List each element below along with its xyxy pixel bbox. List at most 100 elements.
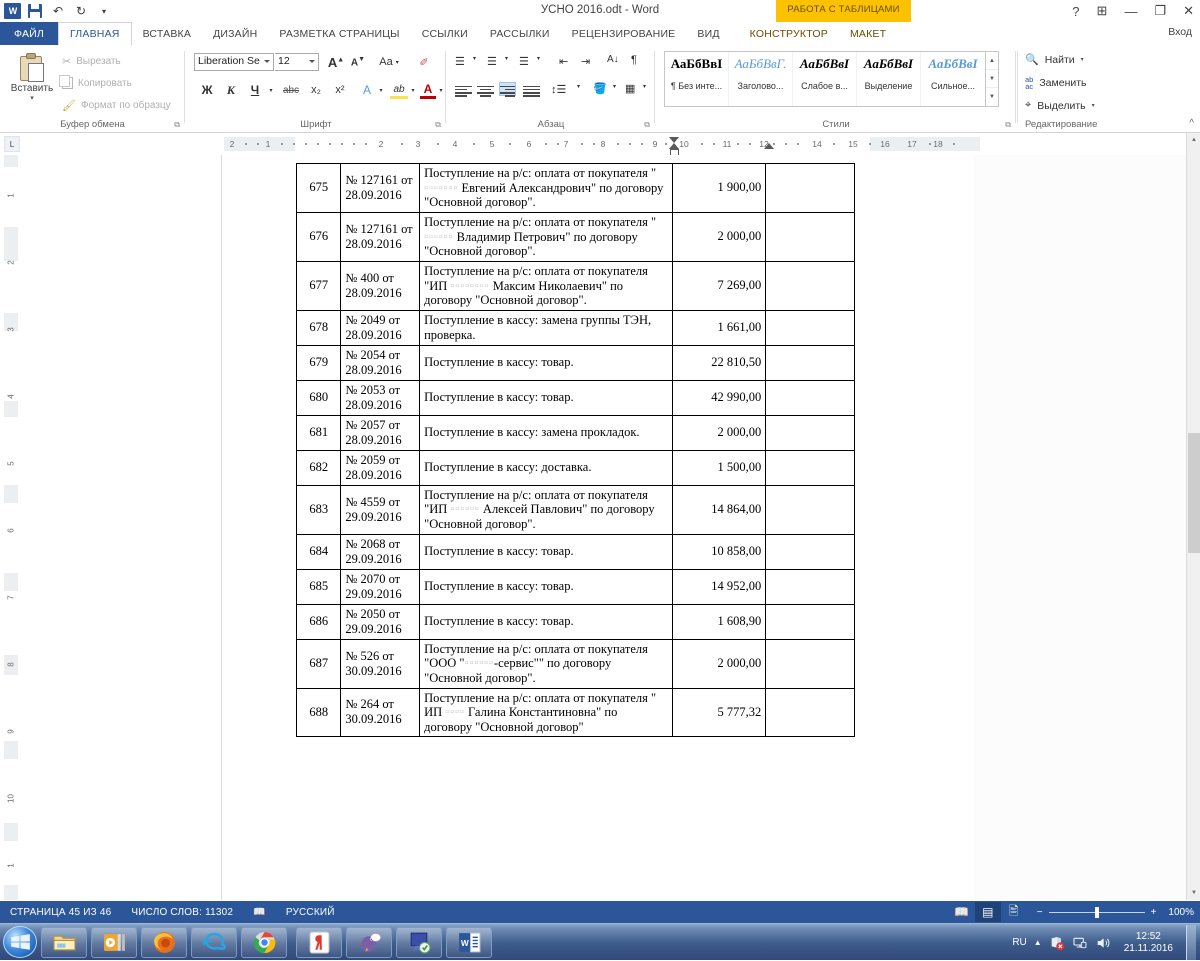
cell-sum[interactable]: 2 000,00 — [672, 414, 767, 451]
cell-document[interactable]: № 2057 от 28.09.2016 — [340, 414, 421, 451]
cell-sum[interactable]: 42 990,00 — [672, 379, 767, 416]
tab-table-layout[interactable]: МАКЕТ — [839, 22, 897, 45]
language-indicator[interactable]: РУССКИЙ — [276, 907, 345, 918]
cell-description[interactable]: Поступление в кассу: замена прокладок. — [419, 414, 674, 451]
cell-number[interactable]: 680 — [295, 379, 342, 416]
clear-formatting-button[interactable]: ✐ — [414, 53, 434, 71]
taskbar-firefox[interactable] — [141, 926, 187, 958]
monitor-icon[interactable] — [1072, 935, 1088, 951]
cell-extra[interactable] — [765, 568, 855, 605]
cell-document[interactable]: № 400 от 28.09.2016 — [340, 260, 421, 311]
table-row[interactable]: 686 № 2050 от 29.09.2016 Поступление в кас… — [295, 603, 855, 640]
table-row[interactable]: 677 № 400 от 28.09.2016 Поступление на р/с… — [295, 260, 855, 311]
zoom-track[interactable] — [1048, 906, 1145, 918]
table-row[interactable]: 678 № 2049 от 28.09.2016 Поступление в кас… — [295, 309, 855, 346]
cell-extra[interactable] — [765, 211, 855, 262]
tab-home[interactable]: ГЛАВНАЯ — [58, 22, 132, 45]
cell-description[interactable]: Поступление в кассу: товар. — [419, 603, 674, 640]
taskbar-yandex[interactable] — [296, 926, 342, 958]
zoom-slider[interactable]: − + — [1037, 906, 1156, 918]
strikethrough-button[interactable]: abc — [280, 81, 302, 99]
cell-document[interactable]: № 264 от 30.09.2016 — [340, 687, 421, 738]
cell-description[interactable]: Поступление в кассу: доставка. — [419, 449, 674, 486]
cell-extra[interactable] — [765, 687, 855, 738]
spelling-check-icon[interactable]: 📖 — [243, 907, 276, 918]
shading-button[interactable]: 🪣 — [593, 82, 607, 95]
tray-language[interactable]: RU — [1012, 937, 1026, 948]
document-page[interactable]: 675 № 127161 от 28.09.2016 Поступление на … — [222, 155, 974, 900]
tab-table-design[interactable]: КОНСТРУКТОР — [739, 22, 839, 45]
select-dropdown-arrow[interactable]: ▾ — [1092, 102, 1095, 109]
line-spacing-dropdown-arrow[interactable]: ▾ — [577, 83, 580, 90]
borders-button[interactable]: ▦ — [625, 82, 635, 95]
italic-button[interactable]: К — [222, 81, 240, 99]
taskbar-internet-explorer[interactable] — [191, 926, 237, 958]
cell-number[interactable]: 682 — [295, 449, 342, 486]
cell-number[interactable]: 684 — [295, 533, 342, 570]
cell-sum[interactable]: 14 864,00 — [672, 484, 767, 535]
tab-review[interactable]: РЕЦЕНЗИРОВАНИЕ — [561, 22, 687, 45]
tab-page-layout[interactable]: РАЗМЕТКА СТРАНИЦЫ — [268, 22, 410, 45]
paste-dropdown-arrow[interactable]: ▾ — [8, 94, 56, 102]
cell-number[interactable]: 687 — [295, 638, 342, 689]
print-layout-view-button[interactable]: ▤ — [974, 902, 1001, 922]
font-name-combobox[interactable]: Liberation Se — [194, 53, 274, 71]
cell-sum[interactable]: 7 269,00 — [672, 260, 767, 311]
table-row[interactable]: 681 № 2057 от 28.09.2016 Поступление в кас… — [295, 414, 855, 451]
superscript-button[interactable]: x² — [330, 81, 350, 99]
table-row[interactable]: 687 № 526 от 30.09.2016 Поступление на р/с… — [295, 638, 855, 689]
cell-sum[interactable]: 10 858,00 — [672, 533, 767, 570]
text-effects-button[interactable]: A — [358, 81, 376, 99]
text-effects-dropdown-arrow[interactable]: ▾ — [376, 81, 386, 99]
clipboard-dialog-launcher[interactable]: ⧉ — [174, 120, 180, 130]
cell-sum[interactable]: 1 500,00 — [672, 449, 767, 486]
chevron-down-icon[interactable] — [309, 60, 315, 63]
cell-sum[interactable]: 1 661,00 — [672, 309, 767, 346]
table-row[interactable]: 680 № 2053 от 28.09.2016 Поступление в кас… — [295, 379, 855, 416]
align-center-button[interactable] — [477, 83, 494, 97]
table-row[interactable]: 679 № 2054 от 28.09.2016 Поступление в кас… — [295, 344, 855, 381]
volume-icon[interactable] — [1095, 935, 1111, 951]
cell-number[interactable]: 686 — [295, 603, 342, 640]
cell-extra[interactable] — [765, 603, 855, 640]
font-size-combobox[interactable]: 12 — [275, 53, 319, 71]
cell-sum[interactable]: 1 608,90 — [672, 603, 767, 640]
cell-extra[interactable] — [765, 163, 855, 213]
cell-description[interactable]: Поступление на р/с: оплата от покупателя… — [419, 211, 674, 262]
highlight-dropdown-arrow[interactable]: ▾ — [408, 81, 418, 99]
borders-dropdown-arrow[interactable]: ▾ — [643, 83, 646, 90]
underline-dropdown-arrow[interactable]: ▾ — [266, 81, 276, 99]
cell-number[interactable]: 683 — [295, 484, 342, 535]
scrollbar-thumb[interactable] — [1188, 433, 1200, 553]
find-button[interactable]: 🔍 Найти ▾ — [1025, 53, 1084, 67]
shrink-font-button[interactable]: A▼ — [348, 53, 368, 71]
cell-extra[interactable] — [765, 484, 855, 535]
cell-document[interactable]: № 2068 от 29.09.2016 — [340, 533, 421, 570]
cell-number[interactable]: 676 — [295, 211, 342, 262]
vertical-scrollbar[interactable]: ▲ ▼ — [1186, 133, 1200, 900]
cell-extra[interactable] — [765, 309, 855, 346]
collapse-ribbon-button[interactable]: ^ — [1189, 118, 1194, 129]
tab-mailings[interactable]: РАССЫЛКИ — [479, 22, 561, 45]
format-painter-button[interactable]: 🖌 Формат по образцу — [62, 99, 171, 112]
cell-number[interactable]: 677 — [295, 260, 342, 311]
restore-button[interactable]: ❐ — [1154, 3, 1166, 19]
tab-references[interactable]: ССЫЛКИ — [411, 22, 479, 45]
change-case-button[interactable]: Aa ▾ — [374, 53, 404, 71]
styles-dialog-launcher[interactable]: ⧉ — [1005, 120, 1011, 130]
taskbar-media-player[interactable] — [91, 926, 137, 958]
table-row[interactable]: 684 № 2068 от 29.09.2016 Поступление в кас… — [295, 533, 855, 570]
cell-number[interactable]: 678 — [295, 309, 342, 346]
start-button[interactable] — [3, 926, 37, 958]
paste-button[interactable]: Вставить ▾ — [8, 51, 56, 113]
styles-more-button[interactable]: ▼ — [986, 88, 998, 106]
clock[interactable]: 12:52 21.11.2016 — [1118, 931, 1179, 955]
cell-number[interactable]: 685 — [295, 568, 342, 605]
tab-insert[interactable]: ВСТАВКА — [132, 22, 202, 45]
cell-document[interactable]: № 2054 от 28.09.2016 — [340, 344, 421, 381]
ribbon-display-options-button[interactable]: ⊞ — [1097, 3, 1108, 19]
replace-button[interactable]: ab ac Заменить — [1025, 76, 1087, 91]
tab-stop-selector[interactable]: L — [4, 136, 20, 152]
chevron-down-icon[interactable] — [264, 60, 270, 63]
taskbar-qip[interactable] — [346, 926, 392, 958]
